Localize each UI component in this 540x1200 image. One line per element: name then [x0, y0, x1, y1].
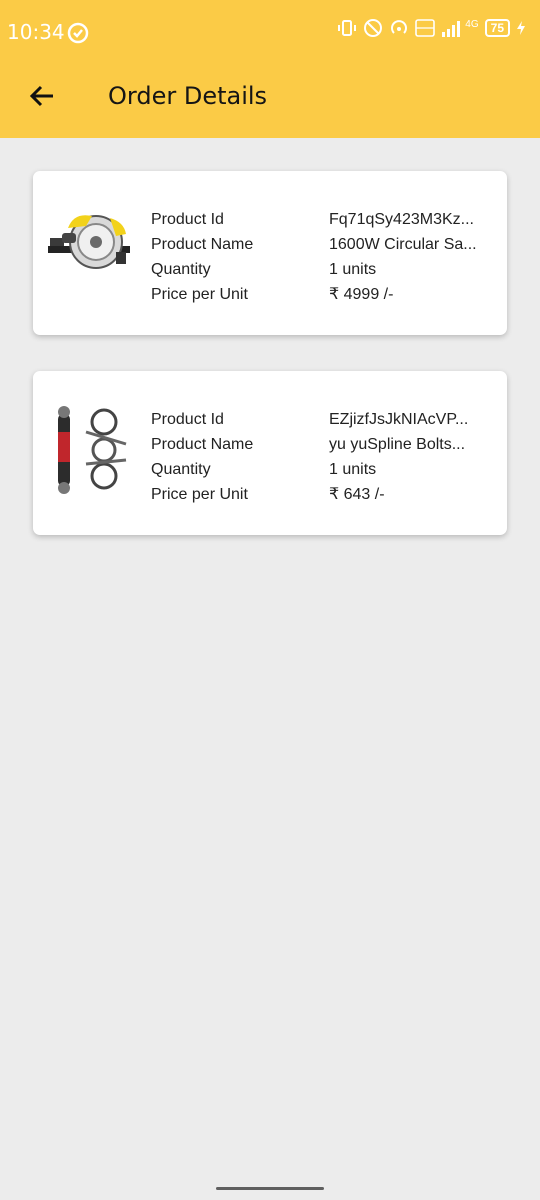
wrench-set-image — [46, 404, 132, 494]
app-bar: 10:34 4G 75 Order Details — [0, 0, 540, 138]
signal-icon — [442, 21, 461, 37]
notification-icon — [67, 22, 89, 44]
product-id-value: Fq71qSy423M3Kz... — [329, 211, 474, 228]
gesture-nav-bar[interactable] — [216, 1187, 324, 1190]
quantity-label: Quantity — [151, 461, 211, 478]
volte-icon — [415, 19, 436, 37]
toolbar: Order Details — [0, 62, 540, 138]
status-icons: 4G 75 — [337, 18, 526, 38]
back-button[interactable] — [22, 76, 62, 116]
circular-saw-image — [46, 208, 132, 298]
quantity-value: 1 units — [329, 261, 377, 278]
order-item-card[interactable]: Product Id Product Name Quantity Price p… — [33, 371, 507, 535]
status-time: 10:34 — [7, 20, 65, 44]
order-labels: Product Id Product Name Quantity Price p… — [151, 207, 253, 307]
product-name-label: Product Name — [151, 436, 254, 453]
vibrate-icon — [338, 20, 357, 36]
page-title: Order Details — [108, 82, 268, 110]
back-arrow-icon — [29, 85, 53, 107]
product-name-value: yu yuSpline Bolts... — [329, 436, 466, 453]
charging-icon — [517, 21, 525, 35]
battery-icon: 75 — [484, 19, 510, 37]
price-value: ₹ 4999 /- — [329, 286, 394, 303]
product-name-label: Product Name — [151, 236, 254, 253]
price-label: Price per Unit — [151, 286, 248, 303]
network-type-text: 4G — [465, 18, 479, 30]
price-label: Price per Unit — [151, 486, 248, 503]
quantity-value: 1 units — [329, 461, 377, 478]
product-id-value: EZjizfJsJkNIAcVP... — [329, 411, 469, 428]
product-name-value: 1600W Circular Sa... — [329, 236, 477, 253]
quantity-label: Quantity — [151, 261, 211, 278]
status-bar: 10:34 4G 75 — [0, 0, 540, 62]
price-value: ₹ 643 /- — [329, 486, 385, 503]
order-item-card[interactable]: Product Id Product Name Quantity Price p… — [33, 171, 507, 335]
order-labels: Product Id Product Name Quantity Price p… — [151, 407, 253, 507]
product-id-label: Product Id — [151, 411, 224, 428]
product-id-label: Product Id — [151, 211, 224, 228]
hotspot-icon — [391, 20, 408, 34]
do-not-disturb-icon — [364, 19, 383, 37]
order-values: Fq71qSy423M3Kz... 1600W Circular Sa... 1… — [329, 207, 489, 307]
order-values: EZjizfJsJkNIAcVP... yu yuSpline Bolts...… — [329, 407, 489, 507]
